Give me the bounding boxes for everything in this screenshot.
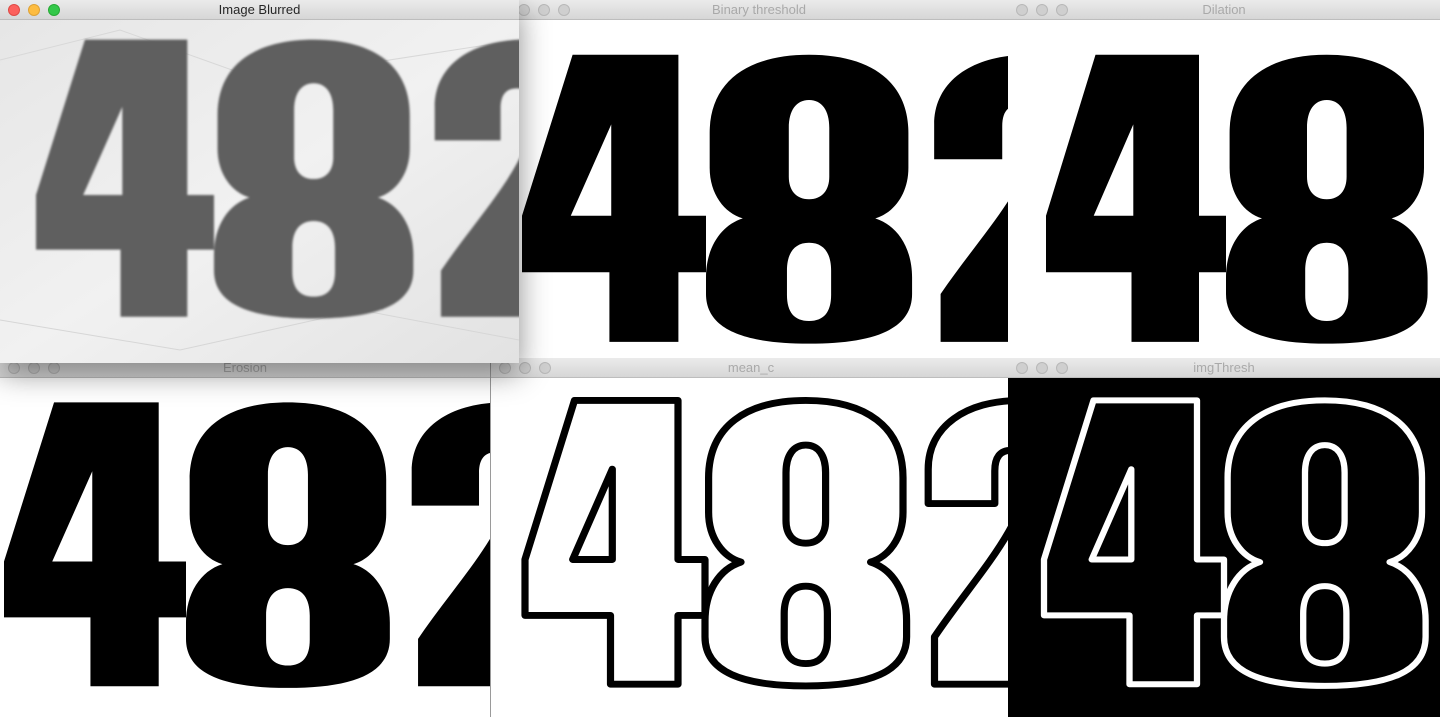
window-title: Image Blurred: [218, 2, 301, 17]
blurred-image: [0, 20, 519, 363]
erosion-image: [0, 378, 490, 717]
titlebar[interactable]: Image Blurred: [0, 0, 519, 20]
mean-c-image: [491, 378, 1011, 717]
binary-threshold-image: [510, 20, 1008, 366]
window-title: mean_c: [727, 360, 775, 375]
titlebar[interactable]: Binary threshold: [510, 0, 1008, 20]
window-binary-threshold: Binary threshold: [510, 0, 1008, 366]
window-image-blurred: Image Blurred: [0, 0, 519, 363]
window-mean-c: mean_c: [490, 358, 1011, 717]
window-erosion: Erosion: [0, 358, 490, 717]
titlebar[interactable]: Dilation: [1008, 0, 1440, 20]
window-title: Binary threshold: [712, 2, 806, 17]
window-title: imgThresh: [1193, 360, 1255, 375]
titlebar[interactable]: mean_c: [491, 358, 1011, 378]
dilation-image: [1008, 20, 1440, 366]
window-title: Dilation: [1202, 2, 1246, 17]
imgthresh-image: [1008, 378, 1440, 717]
titlebar[interactable]: imgThresh: [1008, 358, 1440, 378]
window-dilation: Dilation: [1008, 0, 1440, 366]
window-imgthresh: imgThresh: [1008, 358, 1440, 717]
